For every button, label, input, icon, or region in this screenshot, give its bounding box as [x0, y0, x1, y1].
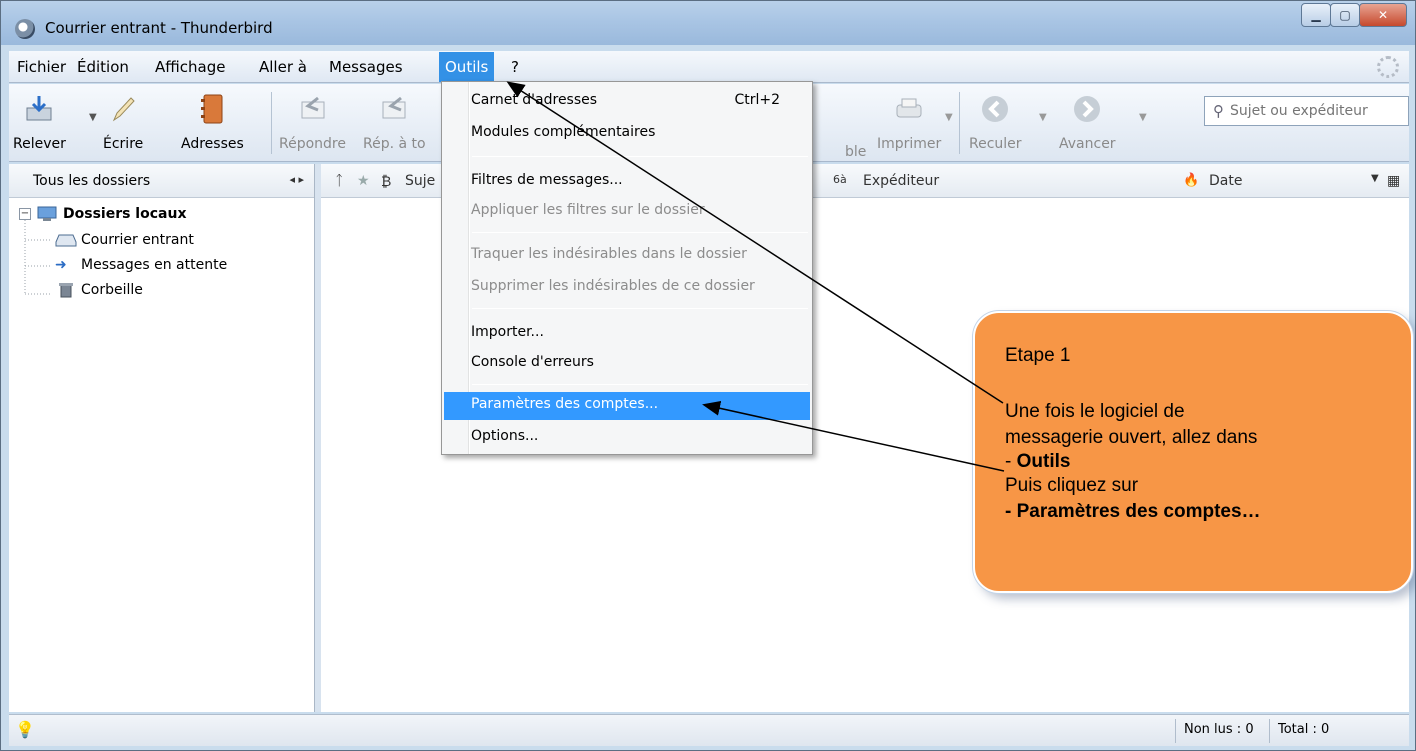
annotation-arrows	[506, 81, 1005, 472]
arrow-to-outils	[506, 81, 1004, 404]
thunderbird-window: Courrier entrant - Thunderbird ▁ ▢ ✕ Fic…	[0, 0, 1416, 751]
arrow-to-account-settings	[702, 400, 1005, 472]
